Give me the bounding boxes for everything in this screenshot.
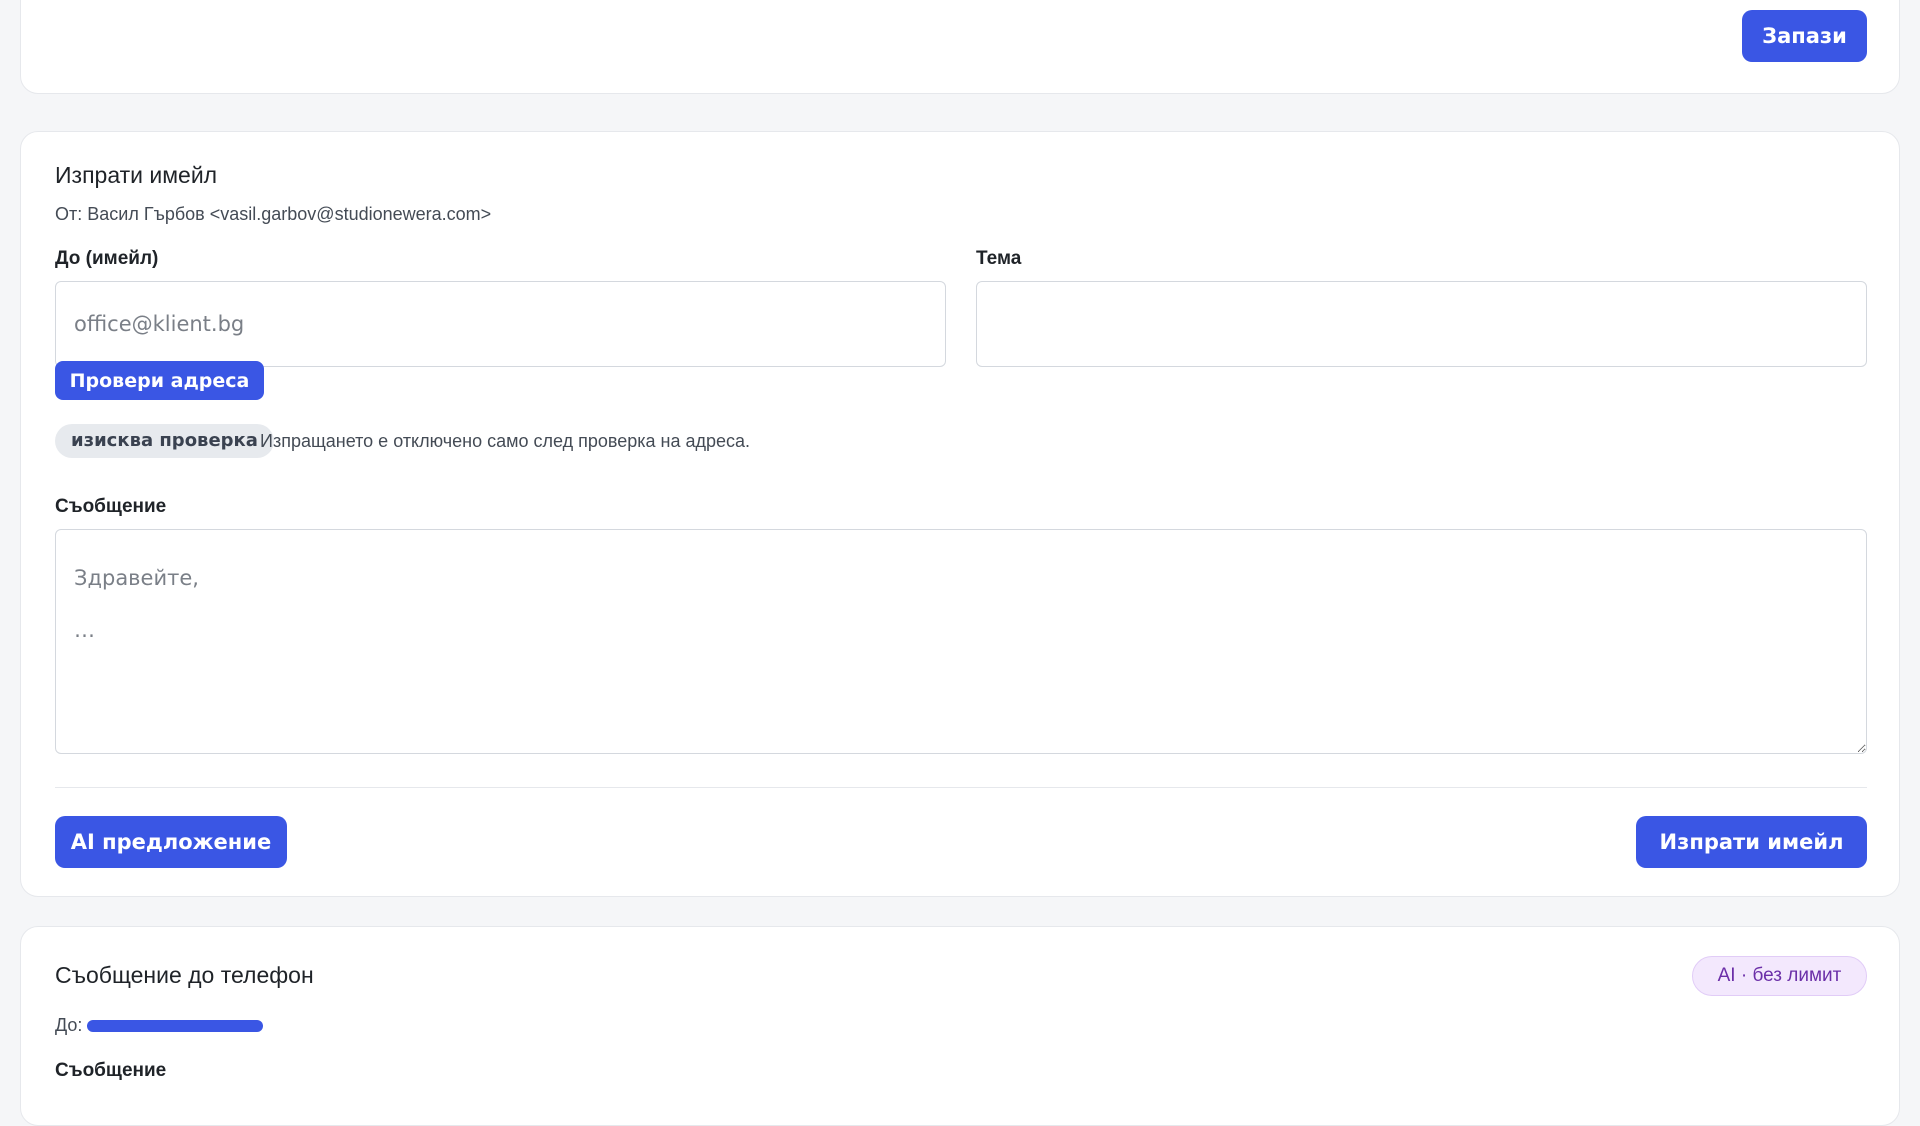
- phone-card-title: Съобщение до телефон: [55, 962, 314, 988]
- subject-label: Тема: [976, 248, 1022, 269]
- to-email-input[interactable]: [55, 281, 946, 367]
- ai-limit-badge: AI · без лимит: [1692, 956, 1867, 996]
- verify-address-button[interactable]: Провери адреса: [55, 361, 264, 400]
- email-card-title: Изпрати имейл: [55, 162, 218, 188]
- email-card: Изпрати имейл От: Васил Гърбов <vasil.ga…: [20, 131, 1900, 897]
- from-prefix: От:: [55, 204, 83, 224]
- phone-to-prefix: До:: [55, 1015, 83, 1035]
- phone-card: Съобщение до телефон AI · без лимит До: …: [20, 926, 1900, 1126]
- phone-number-redacted: [87, 1020, 264, 1033]
- divider: [55, 787, 1867, 788]
- save-button[interactable]: Запази: [1742, 10, 1867, 62]
- phone-to-line: До:: [55, 1015, 264, 1036]
- phone-message-label: Съобщение: [55, 1060, 167, 1081]
- from-line: От: Васил Гърбов <vasil.garbov@studionew…: [55, 204, 491, 225]
- status-badge: изисква проверка: [55, 424, 274, 458]
- message-textarea[interactable]: [55, 529, 1867, 754]
- send-email-button[interactable]: Изпрати имейл: [1636, 816, 1867, 868]
- from-value: Васил Гърбов <vasil.garbov@studionewera.…: [87, 204, 492, 224]
- message-label: Съобщение: [55, 496, 167, 517]
- status-note: Изпращането е отключено само след провер…: [260, 431, 751, 451]
- to-label: До (имейл): [55, 248, 159, 269]
- subject-input[interactable]: [976, 281, 1867, 367]
- ai-suggestion-button[interactable]: AI предложение: [55, 816, 287, 868]
- top-card: Запази: [20, 0, 1900, 94]
